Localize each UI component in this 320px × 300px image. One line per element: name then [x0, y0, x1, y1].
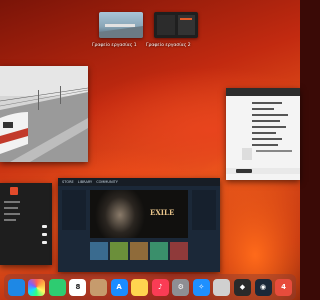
nav-community[interactable]: COMMUNITY — [96, 180, 118, 184]
document-content — [226, 148, 300, 174]
facetime-icon[interactable] — [48, 278, 66, 296]
nav-library[interactable]: LIBRARY — [78, 180, 92, 184]
app-icon[interactable]: ◆ — [233, 278, 251, 296]
app-store-icon[interactable]: A — [110, 278, 128, 296]
photos-icon[interactable] — [28, 278, 46, 296]
calendar-icon[interactable]: 8 — [69, 278, 87, 296]
spaces-bar: Γραφείο εργασίας 1 Γραφείο εργασίας 2 — [0, 0, 300, 56]
desktop-1-label: Γραφείο εργασίας 1 — [92, 43, 137, 48]
featured-game-banner[interactable]: EXILE — [90, 190, 188, 238]
settings-content — [4, 187, 47, 244]
photo-viewer-window[interactable] — [0, 66, 88, 162]
steam-icon[interactable]: ◉ — [254, 278, 272, 296]
safari-icon[interactable]: ✧ — [192, 278, 210, 296]
steam-window[interactable]: STORE LIBRARY COMMUNITY EXILE — [58, 178, 220, 272]
steam-top-nav: STORE LIBRARY COMMUNITY — [58, 178, 220, 186]
desktop-2-thumbnail[interactable] — [154, 12, 198, 38]
contacts-icon[interactable] — [90, 278, 108, 296]
document-window[interactable] — [226, 88, 300, 180]
music-icon[interactable]: ♪ — [151, 278, 169, 296]
game-title: EXILE — [150, 208, 175, 217]
badge-app-icon[interactable]: 4 — [275, 278, 293, 296]
settings-window[interactable] — [0, 183, 52, 265]
desktop-1-thumbnail[interactable] — [99, 12, 143, 38]
desktop-2-label: Γραφείο εργασίας 2 — [146, 43, 191, 48]
train-photo — [0, 66, 88, 162]
dock: 8 A ♪ ⚙ ✧ ◆ ◉ 4 — [4, 274, 296, 300]
nav-store[interactable]: STORE — [62, 180, 74, 184]
finder-icon[interactable] — [7, 278, 25, 296]
notes-icon[interactable] — [131, 278, 149, 296]
system-settings-icon[interactable]: ⚙ — [172, 278, 190, 296]
preview-icon[interactable] — [213, 278, 231, 296]
